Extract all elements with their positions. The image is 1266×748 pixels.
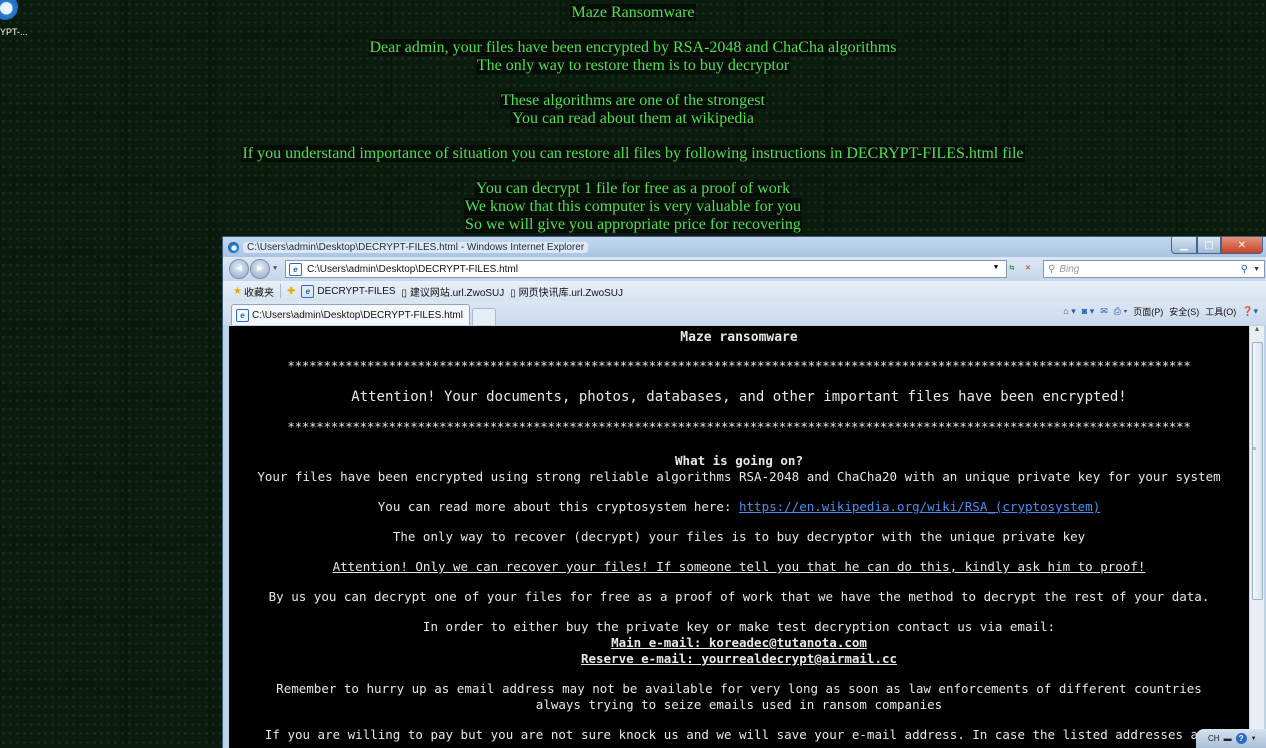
- favorites-bar: ★ 收藏夹 ✚ e DECRYPT-FILES ▯ 建议网站.url.ZwoSUJ…: [223, 281, 1266, 301]
- minimize-button[interactable]: ▁: [1171, 237, 1197, 254]
- desktop-icon-label: YPT-...: [0, 27, 28, 37]
- history-dropdown-icon[interactable]: ▼: [273, 265, 277, 273]
- address-toolbar: ◀ ▶ ▼ e C:\Users\admin\Desktop\DECRYPT-F…: [223, 257, 1266, 281]
- new-tab-button[interactable]: [472, 308, 496, 325]
- document-icon: ▯: [510, 287, 516, 299]
- wallpaper-line: The only way to restore them is to buy d…: [475, 57, 791, 74]
- feeds-icon[interactable]: ◙ ▾: [1082, 306, 1094, 317]
- back-button[interactable]: ◀: [229, 259, 249, 279]
- address-buttons: ▼ ⇆ ✕: [989, 261, 1035, 275]
- page-icon: e: [301, 284, 315, 298]
- forward-button[interactable]: ▶: [250, 259, 270, 279]
- what-heading: What is going on?: [675, 453, 803, 468]
- tab-decrypt-files[interactable]: e C:\Users\admin\Desktop\DECRYPT-FILES.h…: [231, 304, 470, 325]
- address-text: C:\Users\admin\Desktop\DECRYPT-FILES.htm…: [307, 263, 518, 275]
- fav-item[interactable]: ▯ 建议网站.url.ZwoSUJ: [402, 284, 505, 299]
- free-decrypt-text: By us you can decrypt one of your files …: [268, 589, 1210, 604]
- search-icon[interactable]: ⚲: [1241, 264, 1248, 275]
- system-tray: CH ▬ ? ▼: [1196, 729, 1266, 748]
- favorites-star-icon: ★: [233, 285, 242, 297]
- wallpaper-line: Maze Ransomware: [570, 4, 696, 21]
- read-more-line: You can read more about this cryptosyste…: [377, 499, 1101, 514]
- close-button[interactable]: ✕: [1221, 237, 1263, 254]
- tab-label: C:\Users\admin\Desktop\DECRYPT-FILES.htm…: [252, 309, 463, 321]
- search-provider-icon: ⚲: [1048, 263, 1056, 275]
- wikipedia-link[interactable]: https://en.wikipedia.org/wiki/RSA_(crypt…: [739, 499, 1100, 514]
- keyboard-icon[interactable]: ▬: [1224, 734, 1232, 743]
- page-icon: e: [236, 308, 249, 322]
- divider: [279, 284, 281, 298]
- ie-logo-icon: [228, 241, 239, 253]
- stars-divider: ****************************************…: [287, 419, 1191, 434]
- browser-window: C:\Users\admin\Desktop\DECRYPT-FILES.htm…: [222, 236, 1266, 748]
- stop-icon[interactable]: ✕: [1021, 261, 1035, 275]
- wallpaper-line: Dear admin, your files have been encrypt…: [368, 39, 898, 56]
- favorites-button[interactable]: 收藏夹: [244, 284, 274, 299]
- scroll-grip-icon: ≡: [1252, 446, 1257, 454]
- search-field[interactable]: ⚲ Bing ⚲ ▼: [1043, 260, 1265, 278]
- tools-menu[interactable]: 工具(O): [1205, 305, 1236, 318]
- hurry-text-2: always trying to seize emails used in ra…: [535, 697, 943, 712]
- what-text: Your files have been encrypted using str…: [257, 469, 1221, 484]
- wallpaper-line: You can decrypt 1 file for free as a pro…: [474, 180, 792, 197]
- willing-text: If you are willing to pay but you are no…: [264, 727, 1214, 742]
- print-icon[interactable]: ⎙ ▾: [1114, 306, 1127, 317]
- wallpaper-line: If you understand importance of situatio…: [241, 145, 1025, 162]
- window-controls: ▁ □ ✕: [1171, 237, 1263, 254]
- address-field[interactable]: e C:\Users\admin\Desktop\DECRYPT-FILES.h…: [285, 260, 1007, 278]
- page-content: Maze ransomware ************************…: [229, 326, 1249, 748]
- wallpaper-line: So we will give you appropriate price fo…: [464, 216, 802, 233]
- command-bar: ⌂ ▾ ◙ ▾ ✉ ⎙ ▾ 页面(P) 安全(S) 工具(O) ❓▾: [1063, 305, 1258, 318]
- contact-intro: In order to either buy the private key o…: [422, 619, 1056, 634]
- help-icon[interactable]: ❓▾: [1242, 306, 1258, 317]
- scrollbar-thumb[interactable]: [1252, 342, 1263, 600]
- warning-text: Attention! Only we can recover your file…: [332, 559, 1146, 574]
- page-icon: e: [289, 262, 302, 276]
- window-title: C:\Users\admin\Desktop\DECRYPT-FILES.htm…: [243, 241, 589, 253]
- wallpaper-line: These algorithms are one of the stronges…: [500, 92, 766, 109]
- fav-item[interactable]: e DECRYPT-FILES: [301, 284, 396, 298]
- main-email[interactable]: Main e-mail: koreadec@tutanota.com: [229, 635, 1249, 651]
- only-way-text: The only way to recover (decrypt) your f…: [392, 529, 1086, 544]
- address-dropdown-icon[interactable]: ▼: [989, 261, 1003, 275]
- stars-divider: ****************************************…: [287, 358, 1191, 373]
- add-favorite-icon[interactable]: ✚: [287, 286, 295, 297]
- language-indicator[interactable]: CH: [1208, 734, 1220, 743]
- help-icon[interactable]: ?: [1235, 733, 1247, 744]
- tab-bar: e C:\Users\admin\Desktop\DECRYPT-FILES.h…: [223, 301, 1266, 325]
- search-options-icon[interactable]: ▼: [1253, 266, 1260, 273]
- search-placeholder: Bing: [1059, 263, 1080, 275]
- home-icon[interactable]: ⌂ ▾: [1063, 306, 1075, 317]
- scroll-up-icon[interactable]: ▲: [1250, 326, 1264, 340]
- maximize-button[interactable]: □: [1197, 237, 1221, 254]
- safety-menu[interactable]: 安全(S): [1169, 305, 1199, 318]
- page-menu[interactable]: 页面(P): [1133, 305, 1163, 318]
- tray-dropdown-icon[interactable]: ▼: [1251, 736, 1257, 742]
- refresh-icon[interactable]: ⇆: [1005, 261, 1019, 275]
- vertical-scrollbar[interactable]: ▲ ≡: [1249, 326, 1264, 748]
- wallpaper-line: We know that this computer is very valua…: [464, 198, 802, 215]
- fav-item[interactable]: ▯ 网页快讯库.url.ZwoSUJ: [510, 284, 623, 299]
- reserve-email[interactable]: Reserve e-mail: yourrealdecrypt@airmail.…: [229, 651, 1249, 667]
- attention-heading: Attention! Your documents, photos, datab…: [351, 389, 1127, 405]
- wallpaper-line: You can read about them at wikipedia: [511, 110, 755, 127]
- document-icon: ▯: [401, 287, 408, 299]
- mail-icon[interactable]: ✉: [1100, 306, 1108, 317]
- title-bar[interactable]: C:\Users\admin\Desktop\DECRYPT-FILES.htm…: [223, 237, 1266, 257]
- hurry-text: Remember to hurry up as email address ma…: [276, 681, 1202, 696]
- page-title: Maze ransomware: [680, 330, 798, 345]
